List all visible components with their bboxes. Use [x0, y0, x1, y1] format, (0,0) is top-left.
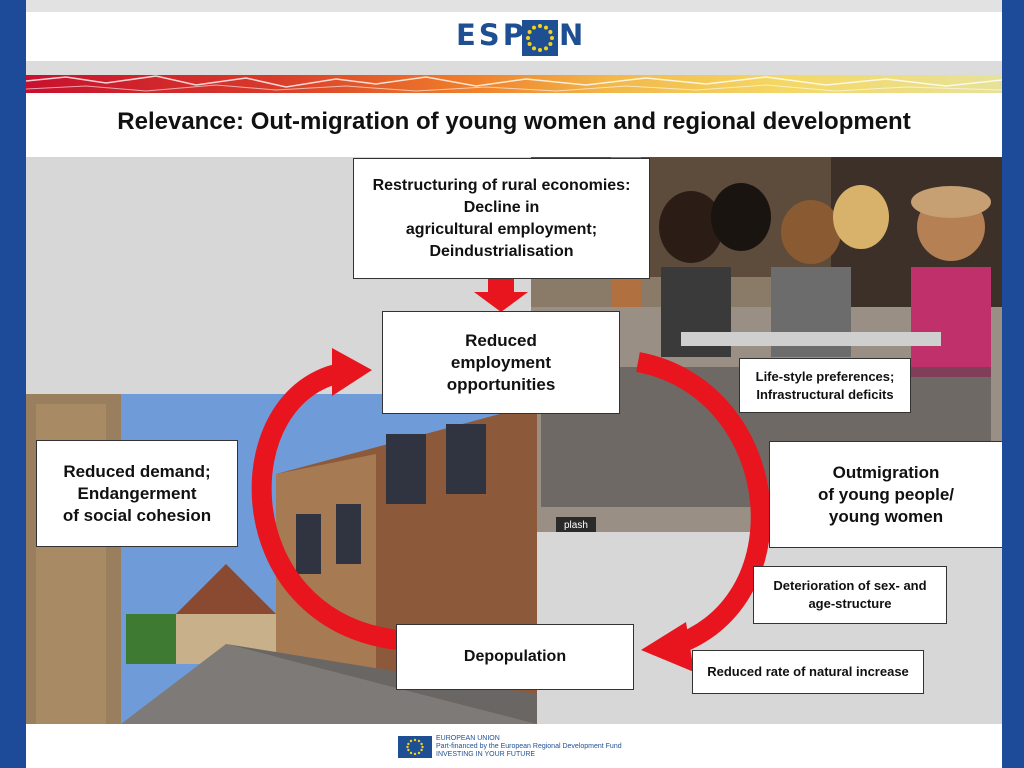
- box-natural-increase: Reduced rate of natural increase: [692, 650, 924, 694]
- box-deterioration: Deterioration of sex- and age-structure: [753, 566, 947, 624]
- left-arc-arrow: [251, 362, 400, 650]
- box-reduced-employment: Reduced employment opportunities: [382, 311, 620, 414]
- right-arc-arrowhead: [641, 622, 694, 672]
- box-reduced-demand: Reduced demand; Endangerment of social c…: [36, 440, 238, 547]
- footer: EUROPEAN UNION Part-financed by the Euro…: [26, 724, 1002, 768]
- eu-funding-text: EUROPEAN UNION Part-financed by the Euro…: [436, 735, 622, 758]
- slide: ESP N Relevance: Out-migration of young …: [26, 0, 1002, 768]
- left-arc-arrowhead: [332, 348, 372, 396]
- eu-flag-icon: [398, 736, 432, 758]
- box-depopulation: Depopulation: [396, 624, 634, 690]
- box-lifestyle: Life-style preferences; Infrastructural …: [739, 358, 911, 413]
- down-arrow: [474, 278, 528, 312]
- box-outmigration: Outmigration of young people/ young wome…: [769, 441, 1002, 548]
- box-restructuring: Restructuring of rural economies: Declin…: [353, 158, 650, 279]
